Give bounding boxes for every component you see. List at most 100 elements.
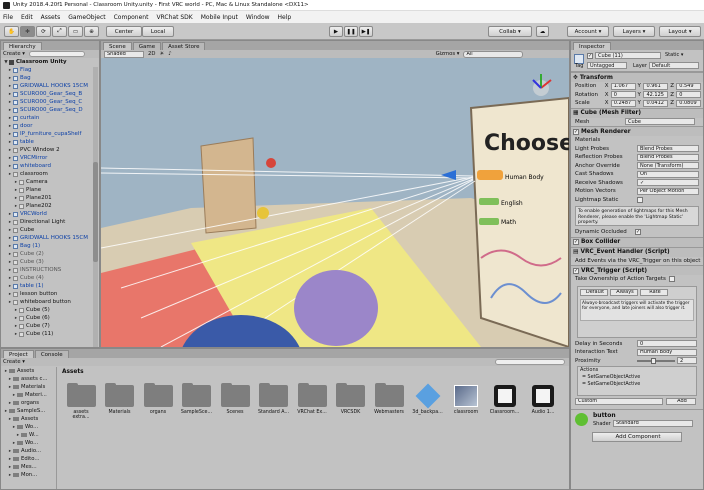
transform-z-input[interactable]: 0 [676,91,702,99]
2d-toggle[interactable]: 2D [148,51,155,57]
mesh-renderer-checkbox[interactable]: ✓ [573,128,579,135]
asset-item[interactable]: organs [142,383,174,415]
action-item[interactable]: = SetGameObjectActive [578,381,696,388]
menu-item-help[interactable]: Help [278,14,292,21]
renderer-row-value[interactable]: ✓ [637,179,699,187]
renderer-row-value[interactable]: Blend Probes [637,153,699,161]
asset-item[interactable]: assets extra... [65,383,97,420]
vrc-trigger-checkbox[interactable]: ✓ [573,267,579,274]
hierarchy-item[interactable]: ▸ Cube (3) [1,258,99,266]
hierarchy-search-input[interactable] [28,51,85,57]
project-tree-item[interactable]: ▸ Assets [1,415,56,423]
rotate-tool-button[interactable]: ⟳ [36,26,51,37]
project-tree-item[interactable]: ▸ W... [1,431,56,439]
hierarchy-item[interactable]: ▸ IP_furniture_cupaShelf [1,130,99,138]
trigger-add-button[interactable]: Add [666,397,696,405]
renderer-row-value[interactable]: Blend Probes [637,145,699,153]
renderer-row-value[interactable]: Per Object Motion [637,187,699,195]
project-tree-item[interactable]: ▸ Edito... [1,455,56,463]
scene-viewport[interactable]: Choose Human Body English Math [101,58,569,347]
project-breadcrumb[interactable]: Assets [59,367,569,376]
menu-item-mobile-input[interactable]: Mobile Input [201,14,238,21]
layers-button[interactable]: Layers ▾ [613,26,655,37]
active-checkbox[interactable]: ✓ [587,53,593,59]
transform-y-input[interactable]: 0.0412 [643,99,669,107]
static-dropdown[interactable]: Static ▾ [665,52,683,58]
hierarchy-item[interactable]: ▸ door [1,122,99,130]
menu-item-component[interactable]: Component [114,14,149,21]
hierarchy-item[interactable]: ▸ Cube (4) [1,274,99,282]
hierarchy-item[interactable]: ▸ classroom [1,170,99,178]
hierarchy-item[interactable]: ▸ PVC Window 2 [1,146,99,154]
box-collider-header[interactable]: ✓ Box Collider [571,236,703,247]
board-button-human-body[interactable] [477,170,503,180]
shading-mode-dropdown[interactable]: Shaded [104,50,144,58]
hierarchy-item[interactable]: ▸ VRCWorld [1,210,99,218]
shader-dropdown[interactable]: Standard [613,419,693,427]
menu-item-gameobject[interactable]: GameObject [68,14,105,21]
pivot-center-button[interactable]: Center [106,26,142,37]
project-tree-item[interactable]: ▸ Wo... [1,423,56,431]
hierarchy-item[interactable]: ▸ Cube [1,226,99,234]
asset-item[interactable]: Standard A... [258,383,290,415]
scene-search-input[interactable]: All [463,50,524,58]
proximity-input[interactable]: 2 [677,357,697,365]
broadcast-rate-button[interactable]: Rate [640,288,668,296]
tab-game[interactable]: Game [132,42,162,50]
menu-item-window[interactable]: Window [246,14,270,21]
delay-input[interactable]: 0 [637,340,697,348]
action-item[interactable]: = SetGameObjectActive [578,374,696,381]
interaction-input[interactable]: Human Body [637,348,697,356]
breadcrumb-assets[interactable]: Assets [62,369,84,375]
pause-button[interactable]: ❚❚ [344,26,358,37]
hierarchy-scroll-thumb[interactable] [93,162,98,262]
asset-item[interactable]: SampleSce... [181,383,213,415]
transform-x-input[interactable]: 1.067 [610,82,636,90]
transform-y-input[interactable]: 42.125 [643,91,669,99]
tab-inspector[interactable]: Inspector [573,42,611,50]
hierarchy-item[interactable]: ▸ Plane202 [1,202,99,210]
transform-header[interactable]: ✥ Transform [571,72,703,82]
lighting-toggle-icon[interactable]: ☀ [159,51,164,57]
hierarchy-item[interactable]: ▸ Camera [1,178,99,186]
hierarchy-item[interactable]: ▸ VRCMirror [1,154,99,162]
hierarchy-item[interactable]: ▸ SCURO00_Gear_Seq_C [1,98,99,106]
asset-item[interactable]: Audio 1... [527,385,559,415]
hierarchy-item[interactable]: ▸ Cube (11) [1,330,99,338]
menu-item-edit[interactable]: Edit [21,14,33,21]
gizmos-dropdown[interactable]: Gizmos ▾ [436,51,460,57]
mesh-field[interactable]: Cube [625,118,695,126]
hierarchy-scrollbar[interactable] [93,67,98,347]
step-button[interactable]: ▶❚ [359,26,373,37]
rect-tool-button[interactable]: ▭ [68,26,83,37]
custom-dropdown[interactable]: Custom [575,397,663,405]
board-button-english[interactable] [479,198,499,205]
mesh-filter-header[interactable]: ▦ Cube (Mesh Filter) [571,107,703,118]
transform-y-input[interactable]: 0.961 [643,82,669,90]
mesh-renderer-header[interactable]: ✓ Mesh Renderer [571,126,703,136]
hierarchy-item[interactable]: ▸ curtain [1,114,99,122]
tab-scene[interactable]: Scene [103,42,132,50]
proximity-slider[interactable] [637,357,675,364]
object-name-input[interactable]: Cube (11) [595,52,661,59]
hierarchy-item[interactable]: ▸ Cube (6) [1,314,99,322]
proximity-slider-thumb[interactable] [651,357,656,364]
hierarchy-item[interactable]: ▸ Plane [1,186,99,194]
tag-dropdown[interactable]: Untagged [587,62,627,69]
hierarchy-item[interactable]: ▸ GRIDWALL HOOKS 15CM [1,82,99,90]
hierarchy-item[interactable]: ▸ Flag [1,66,99,74]
project-tree-item[interactable]: ▸ Mes... [1,463,56,471]
transform-x-input[interactable]: 0 [610,91,636,99]
hierarchy-item[interactable]: ▸ whiteboard button [1,298,99,306]
asset-item[interactable]: 3d_backpa... [412,383,444,415]
scene-root-row[interactable]: ▼ Classroom Unity [1,58,99,66]
project-tree-item[interactable]: ▸ Audio... [1,447,56,455]
box-collider-checkbox[interactable]: ✓ [573,239,579,245]
hierarchy-item[interactable]: ▸ Plane201 [1,194,99,202]
play-button[interactable]: ▶ [329,26,343,37]
project-tree-item[interactable]: ▸ Materi... [1,391,56,399]
hierarchy-item[interactable]: ▸ table [1,138,99,146]
transform-x-input[interactable]: 0.2487 [610,99,636,107]
hierarchy-item[interactable]: ▸ table (1) [1,282,99,290]
local-global-button[interactable]: Local [142,26,174,37]
